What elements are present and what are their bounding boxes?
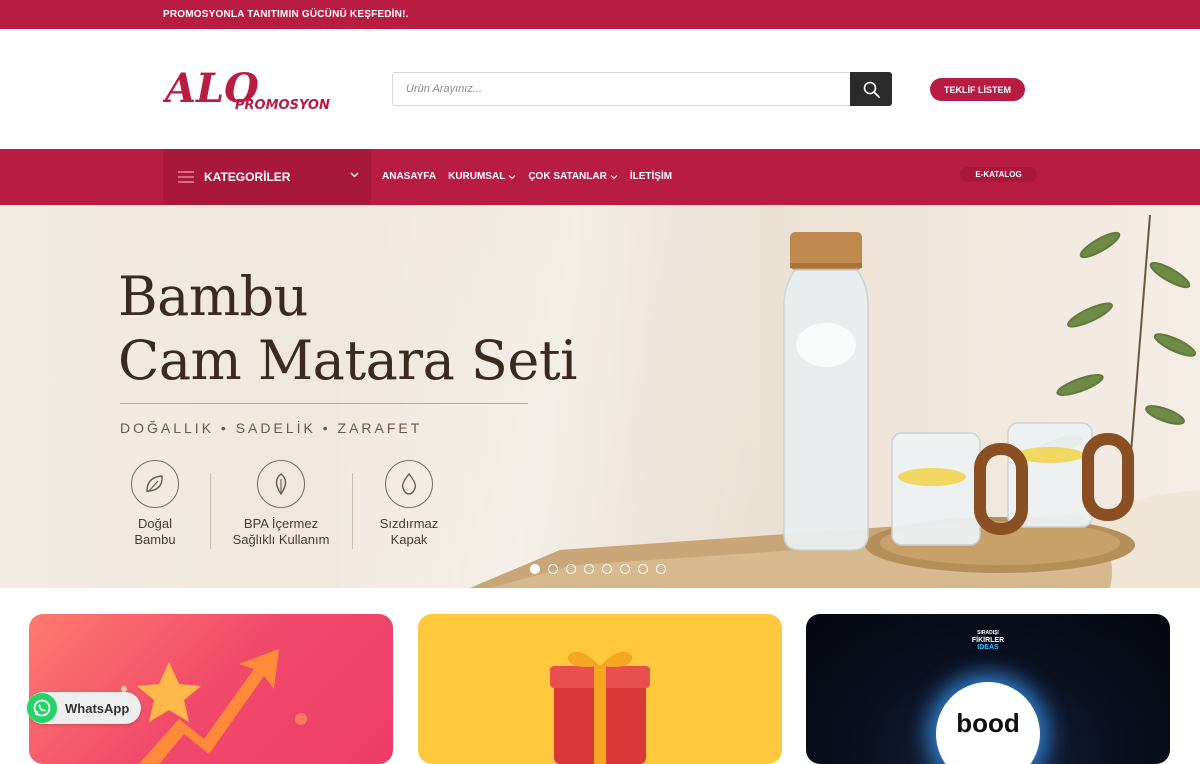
menu-icon bbox=[178, 171, 194, 183]
search-box bbox=[392, 72, 892, 106]
promo-card-ideas[interactable]: SIRADIŞI FİKİRLER IDEAS bood bbox=[806, 614, 1170, 764]
nav-item-label: İLETİŞİM bbox=[629, 171, 673, 182]
quote-list-button[interactable]: TEKLİF LİSTEM bbox=[930, 78, 1025, 101]
slider-dot[interactable] bbox=[602, 564, 612, 574]
whatsapp-icon bbox=[27, 693, 57, 723]
slider-dot[interactable] bbox=[656, 564, 666, 574]
categories-label: KATEGORİLER bbox=[204, 170, 291, 184]
nav-item-label: ANASAYFA bbox=[382, 171, 437, 182]
growth-arrow-image bbox=[121, 649, 307, 764]
feature-bpa-free: BPA İçermez Sağlıklı Kullanım bbox=[226, 460, 336, 548]
leaf-icon bbox=[131, 460, 179, 508]
chevron-down-icon bbox=[610, 174, 618, 179]
feature-line2: Kapak bbox=[390, 532, 428, 547]
feature-line2: Sağlıklı Kullanım bbox=[232, 532, 330, 547]
promo-card-growth[interactable] bbox=[29, 614, 393, 764]
ideas-badge: SIRADIŞI FİKİRLER IDEAS bbox=[968, 630, 1008, 651]
slider-dots bbox=[530, 564, 666, 574]
drop-icon bbox=[385, 460, 433, 508]
slider-dot[interactable] bbox=[638, 564, 648, 574]
search-icon bbox=[863, 81, 880, 98]
chevron-down-icon bbox=[350, 172, 359, 178]
badge-line3: IDEAS bbox=[977, 644, 999, 651]
nav-menu: ANASAYFA KURUMSAL ÇOK SATANLAR İLETİŞİM bbox=[382, 171, 672, 182]
whatsapp-label: WhatsApp bbox=[65, 700, 130, 716]
promo-card-gift[interactable] bbox=[418, 614, 782, 764]
nav-item-label: KURUMSAL bbox=[448, 171, 506, 182]
site-header: ALO PROMOSYON TEKLİF LİSTEM bbox=[0, 29, 1200, 149]
e-catalog-button[interactable]: E-KATALOG bbox=[960, 167, 1037, 182]
whatsapp-button[interactable]: WhatsApp bbox=[27, 692, 141, 724]
site-logo[interactable]: ALO PROMOSYON bbox=[161, 62, 333, 114]
feature-line1: Sızdırmaz bbox=[379, 516, 439, 531]
brand-circle: bood bbox=[936, 682, 1040, 764]
hero-divider bbox=[120, 403, 528, 404]
logo-mark: ALO PROMOSYON bbox=[161, 65, 330, 113]
nav-item-cok-satanlar[interactable]: ÇOK SATANLAR bbox=[528, 171, 618, 182]
gift-box-image bbox=[550, 651, 650, 764]
badge-line2: FİKİRLER bbox=[971, 637, 1005, 644]
slider-dot[interactable] bbox=[566, 564, 576, 574]
slider-dot[interactable] bbox=[548, 564, 558, 574]
nav-item-anasayfa[interactable]: ANASAYFA bbox=[382, 171, 436, 182]
hero-title-line2: Cam Matara Seti bbox=[118, 329, 577, 392]
nav-item-iletisim[interactable]: İLETİŞİM bbox=[630, 171, 672, 182]
brand-name: bood bbox=[956, 708, 1020, 738]
hero-title: Bambu Cam Matara Seti bbox=[118, 265, 577, 393]
logo-sub: PROMOSYON bbox=[235, 98, 330, 113]
badge-line1: SIRADIŞI bbox=[977, 630, 999, 636]
feature-line1: Doğal bbox=[138, 516, 172, 531]
feature-line1: BPA İçermez bbox=[243, 516, 319, 531]
leaf-outline-icon bbox=[257, 460, 305, 508]
hero-slider[interactable]: Bambu Cam Matara Seti DOĞALLIK • SADELİK… bbox=[0, 205, 1200, 588]
hero-title-line1: Bambu bbox=[118, 265, 308, 328]
feature-leakproof: Sızdırmaz Kapak bbox=[354, 460, 464, 548]
feature-line2: Bambu bbox=[134, 532, 176, 547]
nav-item-label: ÇOK SATANLAR bbox=[528, 171, 607, 182]
slider-dot[interactable] bbox=[620, 564, 630, 574]
categories-dropdown[interactable]: KATEGORİLER bbox=[163, 149, 371, 205]
promo-text: PROMOSYONLA TANITIMIN GÜCÜNÜ KEŞFEDİN!. bbox=[163, 9, 409, 20]
top-promo-bar: PROMOSYONLA TANITIMIN GÜCÜNÜ KEŞFEDİN!. bbox=[0, 0, 1200, 29]
main-nav: KATEGORİLER ANASAYFA KURUMSAL ÇOK SATANL… bbox=[0, 149, 1200, 205]
slider-dot[interactable] bbox=[530, 564, 540, 574]
search-button[interactable] bbox=[850, 72, 892, 106]
feature-natural-bamboo: Doğal Bambu bbox=[100, 460, 210, 548]
slider-dot[interactable] bbox=[584, 564, 594, 574]
search-input[interactable] bbox=[393, 73, 851, 105]
chevron-down-icon bbox=[508, 174, 516, 179]
hero-subtitle: DOĞALLIK • SADELİK • ZARAFET bbox=[120, 420, 423, 436]
nav-item-kurumsal[interactable]: KURUMSAL bbox=[448, 171, 516, 182]
